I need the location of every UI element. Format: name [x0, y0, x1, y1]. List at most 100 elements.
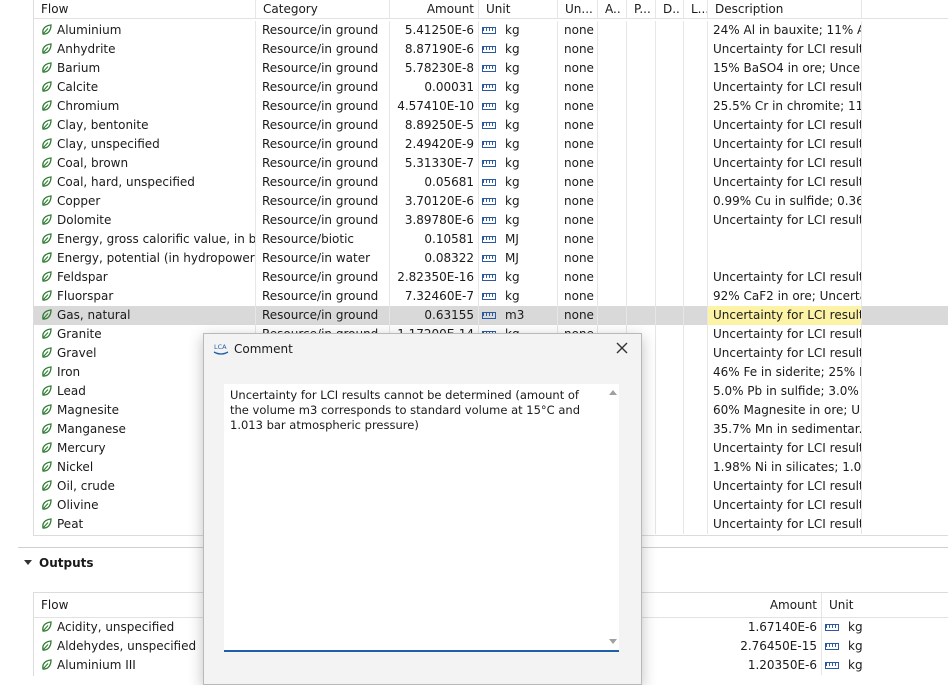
avoided-cell[interactable]	[598, 249, 627, 268]
amount-cell[interactable]: 0.00031	[390, 78, 479, 97]
description-cell[interactable]: Uncertainty for LCI result...	[708, 135, 862, 154]
location-cell[interactable]	[684, 382, 708, 401]
description-cell[interactable]: Uncertainty for LCI result...	[708, 154, 862, 173]
flow-cell[interactable]: Feldspar	[34, 268, 256, 287]
amount-cell[interactable]: 3.89780E-6	[390, 211, 479, 230]
location-cell[interactable]	[684, 78, 708, 97]
amount-cell[interactable]: 8.87190E-6	[390, 40, 479, 59]
amount-cell[interactable]: 0.10581	[390, 230, 479, 249]
amount-cell[interactable]: 5.78230E-8	[390, 59, 479, 78]
location-cell[interactable]	[684, 401, 708, 420]
data-quality-cell[interactable]	[656, 458, 684, 477]
location-cell[interactable]	[684, 287, 708, 306]
uncertainty-cell[interactable]: none	[558, 211, 598, 230]
location-cell[interactable]	[684, 154, 708, 173]
data-quality-cell[interactable]	[656, 249, 684, 268]
location-cell[interactable]	[684, 515, 708, 534]
amount-cell[interactable]: 0.05681	[390, 173, 479, 192]
description-cell[interactable]: Uncertainty for LCI result...	[708, 211, 862, 230]
provider-cell[interactable]	[627, 173, 656, 192]
description-cell[interactable]: 5.0% Pb in sulfide; 3.0% ...	[708, 382, 862, 401]
data-quality-cell[interactable]	[656, 78, 684, 97]
provider-cell[interactable]	[627, 230, 656, 249]
unit-cell[interactable]: kg	[479, 116, 558, 135]
amount-cell[interactable]: 2.49420E-9	[390, 135, 479, 154]
uncertainty-cell[interactable]: none	[558, 230, 598, 249]
avoided-cell[interactable]	[598, 21, 627, 40]
provider-cell[interactable]	[627, 268, 656, 287]
table-row[interactable]: Clay, bentonite Resource/in ground 8.89250…	[34, 116, 948, 135]
location-cell[interactable]	[684, 458, 708, 477]
location-cell[interactable]	[684, 97, 708, 116]
flow-cell[interactable]: Fluorspar	[34, 287, 256, 306]
col-header-provider[interactable]: P...	[627, 0, 656, 18]
avoided-cell[interactable]	[598, 192, 627, 211]
data-quality-cell[interactable]	[656, 363, 684, 382]
description-cell[interactable]: 15% BaSO4 in ore; Uncer...	[708, 59, 862, 78]
col-header-description[interactable]: Description	[708, 0, 862, 18]
location-cell[interactable]	[684, 59, 708, 78]
col-header-amount[interactable]: Amount	[724, 593, 822, 617]
table-row[interactable]: Gas, natural Resource/in ground 0.63155 m3 n…	[34, 306, 948, 325]
description-cell[interactable]: Uncertainty for LCI result...	[708, 496, 862, 515]
flow-cell[interactable]: Dolomite	[34, 211, 256, 230]
avoided-cell[interactable]	[598, 78, 627, 97]
data-quality-cell[interactable]	[656, 135, 684, 154]
location-cell[interactable]	[684, 439, 708, 458]
data-quality-cell[interactable]	[656, 154, 684, 173]
description-cell[interactable]: 60% Magnesite in ore; U...	[708, 401, 862, 420]
unit-cell[interactable]: m3	[479, 306, 558, 325]
flow-cell[interactable]: Coal, hard, unspecified	[34, 173, 256, 192]
table-row[interactable]: Aluminium Resource/in ground 5.41250E-6 kg n…	[34, 21, 948, 40]
data-quality-cell[interactable]	[656, 116, 684, 135]
uncertainty-cell[interactable]: none	[558, 192, 598, 211]
amount-cell[interactable]: 4.57410E-10	[390, 97, 479, 116]
uncertainty-cell[interactable]: none	[558, 173, 598, 192]
provider-cell[interactable]	[627, 59, 656, 78]
table-row[interactable]: Dolomite Resource/in ground 3.89780E-6 kg no…	[34, 211, 948, 230]
data-quality-cell[interactable]	[656, 211, 684, 230]
flow-cell[interactable]: Energy, potential (in hydropower r...	[34, 249, 256, 268]
comment-scrollbar[interactable]	[607, 386, 617, 648]
avoided-cell[interactable]	[598, 173, 627, 192]
amount-cell[interactable]: 2.76450E-15	[724, 637, 822, 656]
uncertainty-cell[interactable]: none	[558, 116, 598, 135]
location-cell[interactable]	[684, 344, 708, 363]
data-quality-cell[interactable]	[656, 287, 684, 306]
data-quality-cell[interactable]	[656, 401, 684, 420]
data-quality-cell[interactable]	[656, 382, 684, 401]
avoided-cell[interactable]	[598, 230, 627, 249]
description-cell[interactable]: Uncertainty for LCI result...	[708, 116, 862, 135]
uncertainty-cell[interactable]: none	[558, 97, 598, 116]
data-quality-cell[interactable]	[656, 325, 684, 344]
col-header-unit[interactable]: Unit	[822, 593, 948, 617]
description-cell[interactable]: Uncertainty for LCI result...	[708, 40, 862, 59]
description-cell[interactable]: Uncertainty for LCI result...	[708, 515, 862, 534]
amount-cell[interactable]: 2.82350E-16	[390, 268, 479, 287]
table-row[interactable]: Feldspar Resource/in ground 2.82350E-16 kg n…	[34, 268, 948, 287]
flow-cell[interactable]: Chromium	[34, 97, 256, 116]
provider-cell[interactable]	[627, 154, 656, 173]
unit-cell[interactable]: kg	[479, 40, 558, 59]
provider-cell[interactable]	[627, 116, 656, 135]
description-cell[interactable]: Uncertainty for LCI result...	[708, 173, 862, 192]
location-cell[interactable]	[684, 420, 708, 439]
uncertainty-cell[interactable]: none	[558, 154, 598, 173]
data-quality-cell[interactable]	[656, 59, 684, 78]
table-row[interactable]: Energy, potential (in hydropower r... Res…	[34, 249, 948, 268]
col-header-amount[interactable]: Amount	[390, 0, 479, 18]
table-row[interactable]: Energy, gross calorific value, in bio...…	[34, 230, 948, 249]
provider-cell[interactable]	[627, 211, 656, 230]
provider-cell[interactable]	[627, 78, 656, 97]
provider-cell[interactable]	[627, 192, 656, 211]
close-icon[interactable]	[613, 339, 631, 357]
flow-cell[interactable]: Energy, gross calorific value, in bio...	[34, 230, 256, 249]
flow-cell[interactable]: Copper	[34, 192, 256, 211]
table-row[interactable]: Barium Resource/in ground 5.78230E-8 kg none…	[34, 59, 948, 78]
description-cell[interactable]: Uncertainty for LCI result...	[708, 477, 862, 496]
avoided-cell[interactable]	[598, 97, 627, 116]
avoided-cell[interactable]	[598, 59, 627, 78]
data-quality-cell[interactable]	[656, 230, 684, 249]
unit-cell[interactable]: MJ	[479, 230, 558, 249]
col-header-flow[interactable]: Flow	[34, 0, 256, 18]
